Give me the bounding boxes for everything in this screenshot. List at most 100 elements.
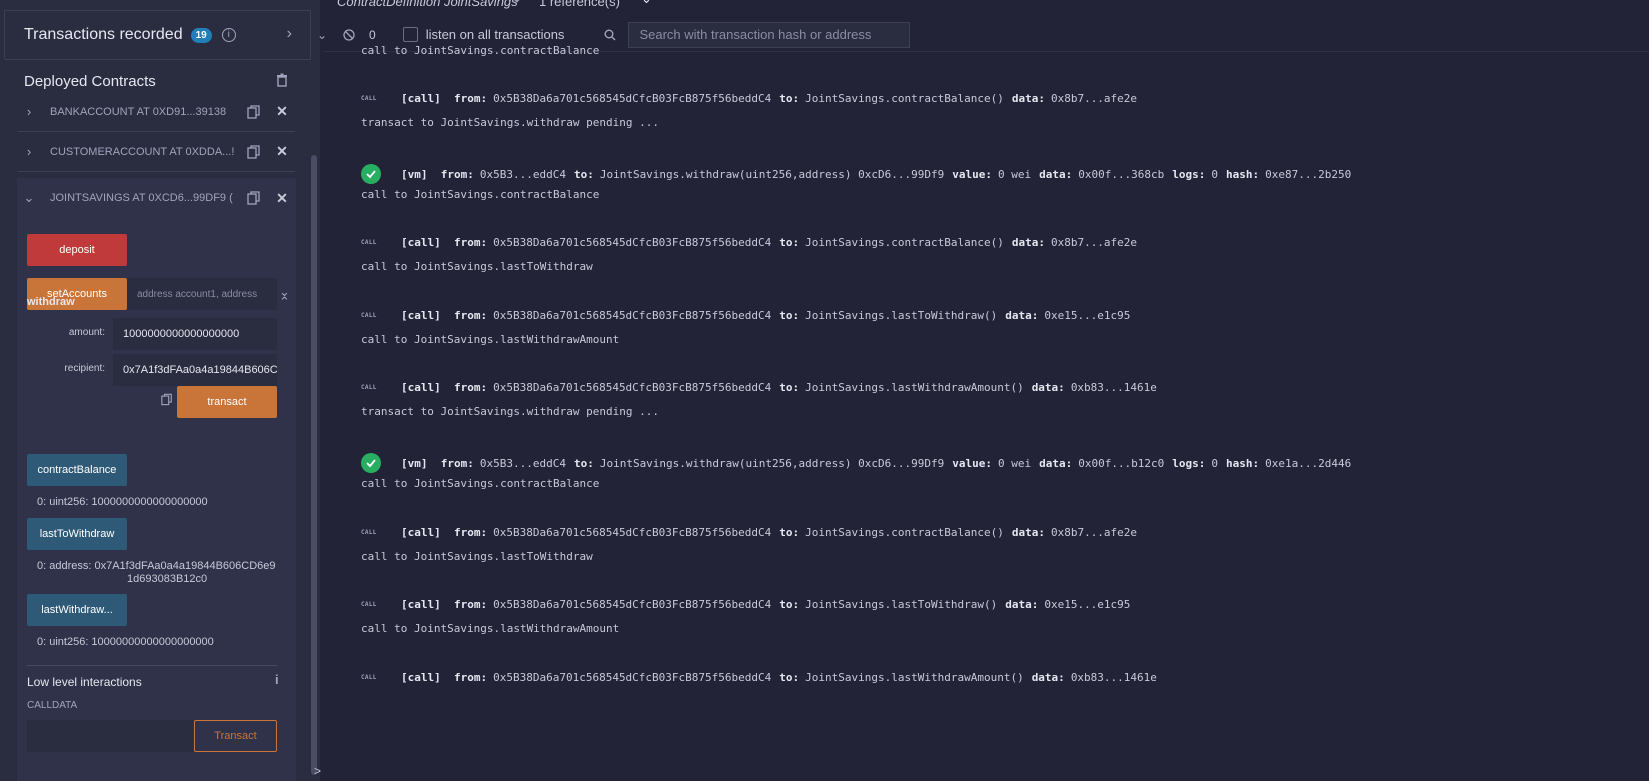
data-key: data: <box>1039 456 1073 470</box>
to-value: JointSavings.contractBalance() <box>805 92 1004 105</box>
recipient-label: recipient: <box>64 363 105 374</box>
calldata-input[interactable] <box>27 720 193 752</box>
logs-value: 0 <box>1211 167 1219 181</box>
value-key: value: <box>952 167 992 181</box>
log-vm-entry[interactable]: [vm] from: 0x5B3...eddC4 to: JointSavings.w… <box>361 164 1359 184</box>
log-call-entry[interactable]: CALL [call] from: 0x5B38Da6a701c568545dCfc… <box>361 526 1145 539</box>
low-level-title: Low level interactions <box>27 675 142 689</box>
log-text-line: transact to JointSavings.withdraw pendin… <box>361 405 660 418</box>
from-key: from: <box>440 236 488 249</box>
chevron-down-icon[interactable]: ⌄ <box>18 190 40 206</box>
clear-console-icon[interactable] <box>343 28 355 41</box>
log-prefix: [call] <box>401 381 441 394</box>
log-prefix: [call] <box>401 92 441 105</box>
close-icon[interactable]: ✕ <box>275 190 289 207</box>
contractbalance-button[interactable]: contractBalance <box>27 454 127 486</box>
amount-input[interactable]: 1000000000000000000 <box>113 318 277 350</box>
log-call-entry[interactable]: CALL [call] from: 0x5B38Da6a701c568545dCfc… <box>361 236 1145 249</box>
search-input[interactable]: Search with transaction hash or address <box>628 21 911 48</box>
search-icon <box>604 29 616 40</box>
data-key: data: <box>1031 671 1065 684</box>
logs-key: logs: <box>1172 456 1206 470</box>
copy-icon[interactable] <box>161 393 173 406</box>
data-key: data: <box>1011 526 1045 539</box>
copy-icon[interactable] <box>247 144 261 159</box>
from-key: from: <box>440 309 488 322</box>
setaccounts-input[interactable]: address account1, address <box>127 278 277 310</box>
log-call-entry[interactable]: CALL [call] from: 0x5B38Da6a701c568545dCfc… <box>361 92 1145 105</box>
chevron-right-icon[interactable]: › <box>18 104 40 119</box>
trash-icon[interactable] <box>276 73 288 87</box>
call-tag: CALL <box>361 239 377 246</box>
close-icon[interactable]: ✕ <box>275 143 289 160</box>
data-key: data: <box>1011 92 1045 105</box>
log-call-entry[interactable]: CALL [call] from: 0x5B38Da6a701c568545dCfc… <box>361 598 1138 611</box>
info-icon[interactable]: i <box>221 28 236 42</box>
log-vm-entry[interactable]: [vm] from: 0x5B3...eddC4 to: JointSavings.w… <box>361 453 1359 473</box>
chevron-right-icon[interactable]: › <box>18 144 40 159</box>
collapse-terminal-icon[interactable]: ⌄ <box>317 28 333 42</box>
log-prefix: [call] <box>401 309 441 322</box>
log-text-line: call to JointSavings.lastToWithdraw <box>361 550 593 563</box>
contractbalance-output: 0: uint256: 1000000000000000000 <box>37 496 208 508</box>
to-value: JointSavings.lastToWithdraw() <box>805 309 998 322</box>
log-text-line: call to JointSavings.lastWithdrawAmount <box>361 622 620 635</box>
to-key: to: <box>779 236 800 249</box>
data-key: data: <box>1011 236 1045 249</box>
chevron-up-icon[interactable]: ⌃ <box>623 0 634 8</box>
log-call-entry[interactable]: CALL [call] from: 0x5B38Da6a701c568545dCfc… <box>361 671 1165 684</box>
chevron-right-icon[interactable]: › <box>287 25 292 43</box>
transactions-recorded-header[interactable]: Transactions recorded 19 i › <box>4 10 311 60</box>
from-value: 0x5B3...eddC4 <box>479 456 566 470</box>
share-icon[interactable]: ↷ <box>509 0 520 9</box>
to-key: to: <box>779 309 800 322</box>
transactions-recorded-title: Transactions recorded <box>24 26 183 43</box>
terminal-area: ContractDefinition JointSavings ↷ 1 refe… <box>314 0 1649 781</box>
transact-button[interactable]: transact <box>177 386 277 418</box>
data-key: data: <box>1031 381 1065 394</box>
copy-icon[interactable] <box>247 104 261 119</box>
deposit-button[interactable]: deposit <box>27 234 127 266</box>
deploy-run-panel: Transactions recorded 19 i › Deployed Co… <box>0 0 320 781</box>
lastwithdrawamount-button[interactable]: lastWithdraw... <box>27 594 127 626</box>
data-key: data: <box>1005 598 1039 611</box>
to-value: JointSavings.withdraw(uint256,address) 0… <box>599 456 945 470</box>
recipient-input[interactable]: 0x7A1f3dFAa0a4a19844B606CD <box>113 354 277 386</box>
from-key: from: <box>440 598 488 611</box>
contract-name: BANKACCOUNT AT 0XD91...39138 <box>50 105 227 118</box>
amount-label: amount: <box>68 327 105 338</box>
to-value: JointSavings.withdraw(uint256,address) 0… <box>599 167 945 181</box>
terminal-prompt[interactable]: > <box>314 764 321 778</box>
call-tag: CALL <box>361 384 377 391</box>
from-key: from: <box>427 456 474 470</box>
references-label[interactable]: 1 reference(s) <box>539 0 620 9</box>
withdraw-title: withdraw <box>27 296 75 308</box>
hash-value: 0xe1a...2d446 <box>1265 456 1352 470</box>
to-value: JointSavings.contractBalance() <box>805 526 1004 539</box>
contract-bankaccount[interactable]: › BANKACCOUNT AT 0XD91...39138 ✕ <box>18 92 295 132</box>
log-text-line: call to JointSavings.contractBalance <box>361 44 600 57</box>
to-value: JointSavings.contractBalance() <box>805 236 1004 249</box>
lasttowithdraw-output-cont: 1d693083B12c0 <box>127 573 208 585</box>
chevron-down-icon[interactable]: ⌄ <box>641 0 652 7</box>
to-key: to: <box>573 456 594 470</box>
low-level-transact-button[interactable]: Transact <box>194 720 277 752</box>
close-icon[interactable]: ✕ <box>275 103 289 120</box>
contract-customeraccount[interactable]: › CUSTOMERACCOUNT AT 0XDDA...! ✕ <box>18 132 295 172</box>
log-prefix: [vm] <box>401 456 428 470</box>
chevron-up-icon[interactable]: ⌃ <box>279 294 290 310</box>
info-icon[interactable]: i <box>275 672 279 687</box>
panel-scrollbar[interactable] <box>311 155 317 775</box>
log-call-entry[interactable]: CALL [call] from: 0x5B38Da6a701c568545dCfc… <box>361 381 1165 394</box>
listen-checkbox[interactable] <box>402 27 418 42</box>
from-value: 0x5B38Da6a701c568545dCfcB03FcB875f56bedd… <box>493 671 772 684</box>
lasttowithdraw-button[interactable]: lastToWithdraw <box>27 518 127 550</box>
contract-jointsavings[interactable]: ⌄ JOINTSAVINGS AT 0XCD6...99DF9 ( ✕ <box>18 178 295 218</box>
value-key: value: <box>952 456 992 470</box>
log-prefix: [call] <box>401 236 441 249</box>
log-call-entry[interactable]: CALL [call] from: 0x5B38Da6a701c568545dCfc… <box>361 309 1138 322</box>
call-tag: CALL <box>361 312 377 319</box>
copy-icon[interactable] <box>247 191 261 205</box>
logs-value: 0 <box>1211 456 1219 470</box>
from-key: from: <box>440 671 488 684</box>
